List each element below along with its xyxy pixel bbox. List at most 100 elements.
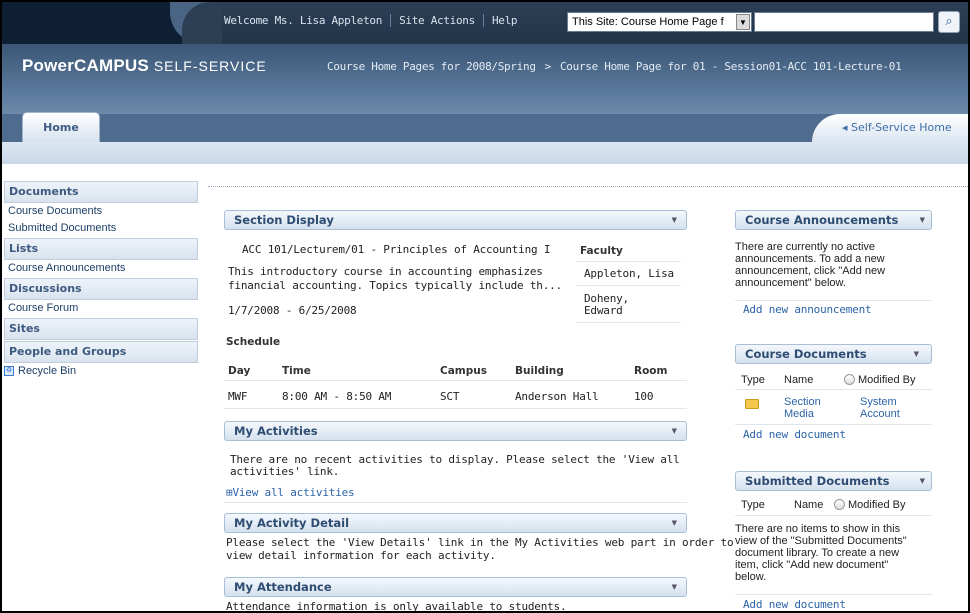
course-docs-col-type[interactable]: Type	[741, 374, 765, 386]
faculty-divider	[576, 285, 681, 286]
view-all-activities-label: View all activities	[232, 486, 355, 499]
logo[interactable]: PowerCAMPUS SELF-SERVICE	[22, 56, 267, 76]
faculty-name-2b: Edward	[584, 304, 623, 317]
sidebar-heading-sites[interactable]: Sites	[4, 318, 198, 340]
course-doc-by-2[interactable]: Account	[860, 408, 900, 420]
course-docs-divider	[735, 424, 932, 425]
search-icon[interactable]: ⌕	[938, 11, 960, 33]
breadcrumb-item-term[interactable]: Course Home Pages for 2008/Spring	[327, 60, 536, 73]
self-service-home-link[interactable]: ◂ Self-Service Home	[812, 114, 968, 142]
top-links: Welcome Ms. Lisa Appleton Site Actions H…	[222, 14, 525, 27]
course-description-line1: This introductory course in accounting e…	[228, 265, 543, 278]
course-docs-col-name[interactable]: Name	[784, 374, 813, 386]
schedule-col-day: Day	[228, 365, 251, 377]
submitted-docs-message-3: document library. To create a new	[735, 547, 900, 559]
welcome-menu[interactable]: Welcome Ms. Lisa Appleton	[222, 14, 390, 27]
announcements-message-4: announcement" below.	[735, 277, 846, 289]
schedule-divider	[224, 380, 687, 381]
logo-sub: SELF-SERVICE	[153, 58, 267, 74]
course-docs-col-modified-label: Modified By	[858, 374, 916, 386]
breadcrumb-separator: >	[544, 60, 552, 73]
announcements-message-1: There are currently no active	[735, 241, 876, 253]
course-documents-title: Course Documents	[745, 347, 867, 361]
sidebar-item-course-forum[interactable]: Course Forum	[4, 300, 198, 317]
course-docs-col-modified[interactable]: Modified By	[844, 374, 915, 386]
schedule-divider	[224, 408, 687, 409]
my-activity-detail-header[interactable]: My Activity Detail ▼	[224, 513, 687, 533]
chevron-down-icon[interactable]: ▼	[672, 514, 677, 532]
breadcrumb: Course Home Pages for 2008/Spring > Course…	[327, 60, 902, 73]
faculty-divider	[576, 322, 681, 323]
schedule-col-building: Building	[515, 365, 564, 377]
breadcrumb-item-course: Course Home Page for 01 - Session01-ACC …	[559, 60, 902, 73]
course-doc-name-2[interactable]: Media	[784, 408, 814, 420]
chevron-down-icon[interactable]: ▼	[920, 472, 925, 490]
my-attendance-header[interactable]: My Attendance ▼	[224, 577, 687, 597]
my-activity-detail-title: My Activity Detail	[234, 516, 350, 530]
quick-launch: Documents Course Documents Submitted Doc…	[4, 180, 198, 379]
browser-frame: Welcome Ms. Lisa Appleton Site Actions H…	[0, 0, 970, 613]
submitted-docs-message-2: view of the "Submitted Documents"	[735, 535, 907, 547]
site-actions-menu[interactable]: Site Actions	[390, 14, 483, 27]
sidebar-heading-lists[interactable]: Lists	[4, 238, 198, 260]
tab-home[interactable]: Home	[22, 112, 100, 142]
faculty-divider	[576, 261, 681, 262]
submitted-docs-divider	[735, 515, 932, 516]
search-scope-select[interactable]: This Site: Course Home Page f ▼	[567, 12, 752, 32]
my-activities-title: My Activities	[234, 424, 318, 438]
recycle-bin-label: Recycle Bin	[18, 365, 77, 377]
sidebar-item-course-announcements[interactable]: Course Announcements	[4, 260, 198, 277]
chevron-down-icon[interactable]: ▼	[914, 345, 919, 363]
submitted-docs-col-name[interactable]: Name	[794, 499, 823, 511]
course-documents-header[interactable]: Course Documents ▼	[735, 344, 932, 364]
sidebar-heading-people-groups[interactable]: People and Groups	[4, 341, 198, 363]
schedule-col-room: Room	[634, 365, 668, 377]
folder-icon	[745, 399, 759, 409]
sidebar-item-course-documents[interactable]: Course Documents	[4, 203, 198, 220]
schedule-col-campus: Campus	[440, 365, 487, 377]
sidebar-item-recycle-bin[interactable]: ♻ Recycle Bin	[4, 363, 198, 379]
attendance-message: Attendance information is only available…	[226, 600, 567, 613]
course-doc-by-1[interactable]: System	[860, 396, 897, 408]
section-display-header[interactable]: Section Display ▼	[224, 210, 687, 230]
sidebar-item-submitted-documents[interactable]: Submitted Documents	[4, 220, 198, 237]
add-new-document-link[interactable]: Add new document	[743, 428, 846, 441]
schedule-label: Schedule	[226, 336, 281, 348]
course-announcements-header[interactable]: Course Announcements ▼	[735, 210, 932, 230]
faculty-name-1: Appleton, Lisa	[584, 267, 674, 280]
submitted-docs-message-5: below.	[735, 571, 767, 583]
chevron-down-icon[interactable]: ▼	[672, 211, 677, 229]
activity-detail-message-line2: view detail information for each activit…	[226, 549, 496, 562]
my-activities-header[interactable]: My Activities ▼	[224, 421, 687, 441]
submitted-documents-header[interactable]: Submitted Documents ▼	[735, 471, 932, 491]
announcements-divider	[735, 300, 932, 301]
course-dates: 1/7/2008 - 6/25/2008	[228, 304, 357, 317]
chevron-down-icon[interactable]: ▼	[672, 578, 677, 596]
course-description-line2: financial accounting. Topics typically i…	[228, 279, 562, 292]
course-title: ACC 101/Lecturem/01 - Principles of Acco…	[242, 243, 551, 256]
faculty-label: Faculty	[580, 245, 623, 257]
schedule-room: 100	[634, 390, 654, 403]
activity-detail-message-line1: Please select the 'View Details' link in…	[226, 536, 734, 549]
add-new-announcement-link[interactable]: Add new announcement	[743, 303, 872, 316]
activities-divider	[224, 502, 687, 503]
submitted-docs-message-4: item, click "Add new document"	[735, 559, 889, 571]
chevron-down-icon[interactable]: ▼	[672, 422, 677, 440]
submitted-docs-col-modified[interactable]: Modified By	[834, 499, 905, 511]
logo-main: PowerCAMPUS	[22, 56, 149, 75]
sidebar-heading-discussions[interactable]: Discussions	[4, 278, 198, 300]
view-all-activities-link[interactable]: ⊞View all activities	[226, 486, 355, 499]
submitted-docs-message-1: There are no items to show in this	[735, 523, 901, 535]
activities-message-line2: activities' link.	[230, 465, 340, 478]
sidebar-heading-documents[interactable]: Documents	[4, 181, 198, 203]
chevron-down-icon[interactable]: ▼	[920, 211, 925, 229]
submitted-docs-col-type[interactable]: Type	[741, 499, 765, 511]
help-link[interactable]: Help	[482, 14, 525, 27]
search-input[interactable]	[754, 12, 934, 32]
schedule-day: MWF	[228, 390, 248, 403]
select-icon	[834, 499, 845, 510]
dropdown-arrow-icon[interactable]: ▼	[736, 14, 750, 30]
course-doc-name-1[interactable]: Section	[784, 396, 821, 408]
add-new-submitted-document-link[interactable]: Add new document	[743, 598, 846, 611]
course-announcements-title: Course Announcements	[745, 213, 899, 227]
